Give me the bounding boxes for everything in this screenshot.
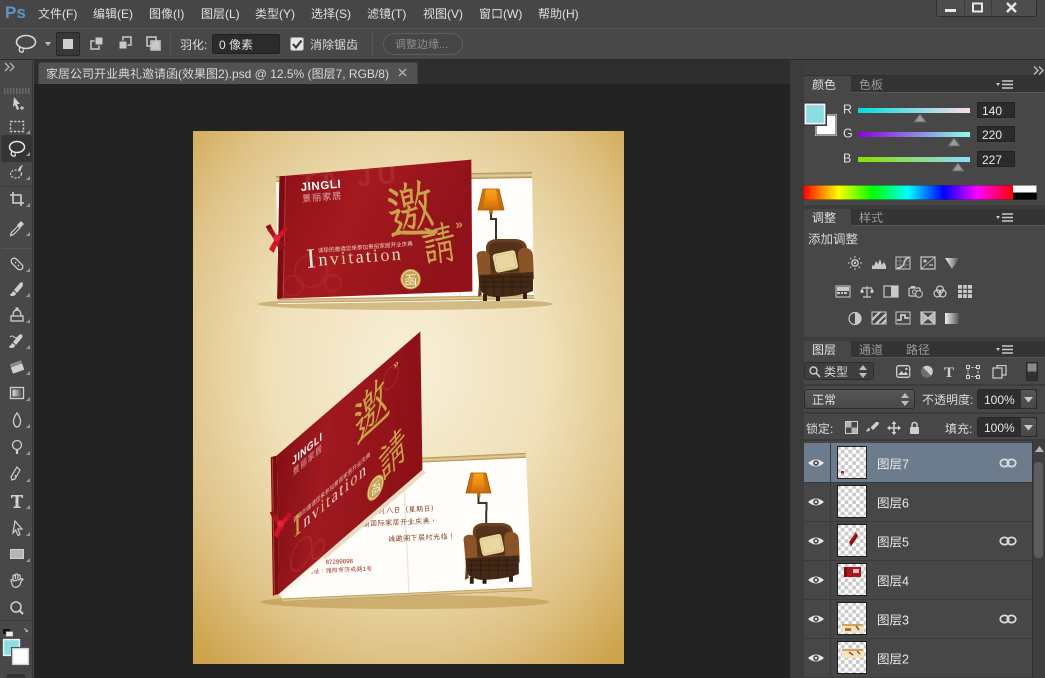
svg-text:100%: 100% (984, 393, 1015, 407)
svg-text:(: ( (178, 67, 182, 81)
svg-text:(T): (T) (391, 7, 406, 21)
svg-text:G: G (843, 126, 853, 140)
svg-text:7, RGB/8): 7, RGB/8) (336, 67, 389, 81)
svg-text:(L): (L) (225, 7, 240, 21)
svg-text:(Y): (Y) (279, 7, 295, 21)
svg-text:2).psd @ 12.5% (: 2).psd @ 12.5% ( (218, 67, 312, 81)
svg-text:140: 140 (982, 104, 1002, 118)
svg-text:(V): (V) (447, 7, 463, 21)
svg-text:227: 227 (982, 153, 1002, 167)
svg-text:(E): (E) (117, 7, 133, 21)
svg-text:R: R (843, 102, 852, 116)
svg-text::: : (204, 38, 207, 52)
svg-text:(H): (H) (562, 7, 579, 21)
svg-text:2: 2 (902, 652, 909, 666)
svg-text:7: 7 (902, 457, 909, 471)
svg-text:0: 0 (219, 38, 226, 52)
svg-text::: : (830, 422, 833, 436)
svg-text:I: I (293, 503, 301, 545)
svg-text::: : (970, 393, 973, 407)
svg-text:(S): (S) (335, 7, 351, 21)
svg-text:220: 220 (982, 128, 1002, 142)
svg-text:100%: 100% (984, 421, 1015, 435)
svg-text:T: T (944, 365, 954, 379)
svg-text:(F): (F) (62, 7, 77, 21)
svg-text:...: ... (439, 39, 448, 51)
svg-text:87299898: 87299898 (325, 558, 353, 566)
svg-text:4: 4 (902, 574, 909, 588)
svg-text:(I): (I) (173, 7, 184, 21)
svg-text:3: 3 (902, 613, 909, 627)
svg-text:B: B (843, 151, 851, 165)
svg-text::: : (969, 422, 972, 436)
svg-text:5: 5 (902, 535, 909, 549)
svg-text:(W): (W) (503, 7, 522, 21)
svg-text:6: 6 (902, 496, 909, 510)
